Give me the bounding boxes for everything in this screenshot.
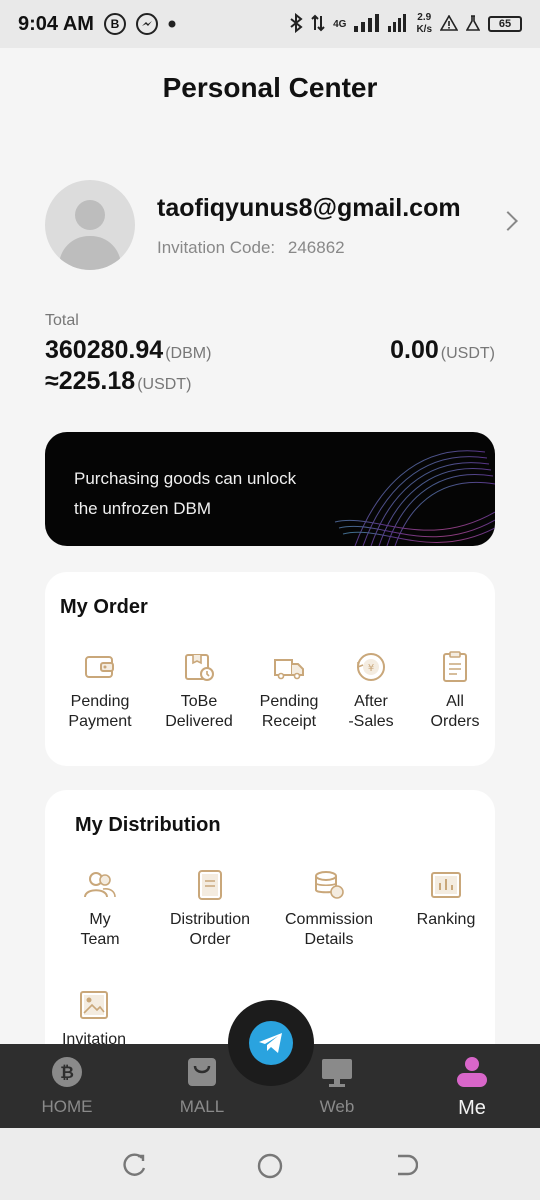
nav-label: HOME xyxy=(41,1097,93,1116)
user-email: taofiqyunus8@gmail.com xyxy=(157,194,461,222)
notification-dot-icon xyxy=(168,20,176,28)
profile-row[interactable]: taofiqyunus8@gmail.com Invitation Code: … xyxy=(45,180,518,272)
usdt-approx: ≈225.18 xyxy=(45,367,136,395)
nav-home[interactable]: ₿ HOME xyxy=(17,1056,117,1117)
telegram-icon xyxy=(259,1033,282,1053)
bar-chart-icon xyxy=(431,872,461,898)
b-badge-icon: B xyxy=(103,13,126,35)
messenger-icon xyxy=(135,13,158,35)
network-speed: 2.9 K/s xyxy=(416,12,432,35)
dist-item-invitation[interactable]: Invitation xyxy=(49,988,139,1050)
system-nav-bar xyxy=(0,1128,540,1200)
clipboard-icon xyxy=(443,651,467,682)
order-item-pending-payment[interactable]: Pending Payment xyxy=(55,650,145,732)
order-item-label: All xyxy=(446,693,464,710)
status-bar: 9:04 AM B 4G 2.9 K/s 65 xyxy=(0,0,540,48)
invitation-label: Invitation Code: xyxy=(157,238,276,257)
dbm-unit: (DBM) xyxy=(165,345,212,362)
team-icon xyxy=(84,872,116,898)
order-item-label: After xyxy=(354,693,388,710)
usdt-balance: 0.00 xyxy=(390,336,439,364)
dist-item-label: Distribution xyxy=(169,911,251,928)
total-label: Total xyxy=(45,312,79,329)
order-item-label: Pending xyxy=(70,693,130,710)
dist-item-label: My xyxy=(89,911,111,928)
order-item-label: Receipt xyxy=(261,713,317,730)
order-item-to-be-delivered[interactable]: ToBe Delivered xyxy=(153,650,245,732)
order-item-label: Delivered xyxy=(165,713,233,730)
signal-icon xyxy=(354,13,380,35)
recent-apps-icon xyxy=(123,1153,146,1176)
telegram-fab[interactable] xyxy=(228,1000,314,1086)
dbm-balance: 360280.94 xyxy=(45,336,164,364)
order-item-all-orders[interactable]: All Orders xyxy=(415,650,495,732)
order-item-pending-receipt[interactable]: Pending Receipt xyxy=(245,650,333,732)
document-icon xyxy=(198,870,222,900)
home-circle-icon xyxy=(257,1153,283,1179)
my-order-title: My Order xyxy=(60,596,148,618)
nav-label: MALL xyxy=(179,1097,225,1116)
dist-item-label: Order xyxy=(189,931,231,948)
avatar[interactable] xyxy=(45,180,135,270)
my-distribution-title: My Distribution xyxy=(75,814,221,836)
bitcoin-icon: ₿ xyxy=(52,1057,82,1087)
shopping-bag-icon xyxy=(188,1058,216,1086)
order-item-label: Orders xyxy=(430,713,480,730)
back-button[interactable] xyxy=(392,1152,419,1183)
dist-item-label: Commission xyxy=(284,911,373,928)
person-icon xyxy=(457,1057,487,1087)
usdt-approx-unit: (USDT) xyxy=(137,376,192,393)
data-arrows-icon xyxy=(311,14,325,35)
flask-icon xyxy=(465,14,481,34)
wave-graphic xyxy=(334,450,495,546)
dist-item-distribution-order[interactable]: Distribution Order xyxy=(155,868,265,950)
nav-label: Me xyxy=(458,1097,486,1119)
invitation-code: Invitation Code: 246862 xyxy=(157,238,345,258)
status-time: 9:04 AM xyxy=(18,12,94,35)
battery-icon: 65 xyxy=(488,16,522,32)
dist-item-commission-details[interactable]: Commission Details xyxy=(273,868,385,950)
order-item-label: -Sales xyxy=(348,713,394,730)
chevron-right-icon[interactable] xyxy=(498,211,518,231)
order-item-after-sales[interactable]: ¥ After -Sales xyxy=(333,650,409,732)
recent-apps-button[interactable] xyxy=(122,1152,148,1183)
banner-line-1: Purchasing goods can unlock xyxy=(74,469,297,488)
back-icon xyxy=(398,1154,419,1176)
dist-item-label: Details xyxy=(304,931,354,948)
nav-me[interactable]: Me xyxy=(422,1056,522,1120)
nav-label: Web xyxy=(319,1097,355,1116)
bluetooth-icon xyxy=(289,12,303,36)
monitor-icon xyxy=(322,1059,352,1087)
balance-summary: Total 360280.94 (DBM) ≈225.18 (USDT) 0.00(… xyxy=(45,312,495,402)
truck-icon xyxy=(274,659,304,680)
svg-text:¥: ¥ xyxy=(368,663,374,674)
signal-icon-2 xyxy=(388,13,408,35)
banner-line-2: the unfrozen DBM xyxy=(74,499,212,518)
wallet-icon xyxy=(85,656,114,678)
order-item-label: Payment xyxy=(68,713,132,730)
invitation-code-value: 246862 xyxy=(287,238,345,257)
my-order-card: My Order Pending Payment ToBe Delivered … xyxy=(45,572,495,766)
refund-icon: ¥ xyxy=(357,653,385,681)
coins-icon xyxy=(315,871,344,899)
image-icon xyxy=(80,991,108,1019)
warning-icon xyxy=(439,13,459,34)
usdt-unit: (USDT) xyxy=(440,345,495,362)
dist-item-my-team[interactable]: My Team xyxy=(55,868,145,950)
order-item-label: Pending xyxy=(259,693,319,710)
promo-banner[interactable]: Purchasing goods can unlock the unfrozen… xyxy=(45,432,495,546)
dist-item-label: Ranking xyxy=(416,911,476,928)
home-button[interactable] xyxy=(256,1152,284,1185)
page-title: Personal Center xyxy=(162,72,378,103)
network-type: 4G xyxy=(333,18,347,30)
dist-item-ranking[interactable]: Ranking xyxy=(401,868,491,930)
dist-item-label: Team xyxy=(80,931,120,948)
box-clock-icon xyxy=(185,654,214,681)
svg-text:₿: ₿ xyxy=(60,1063,74,1083)
order-item-label: ToBe xyxy=(180,693,218,710)
